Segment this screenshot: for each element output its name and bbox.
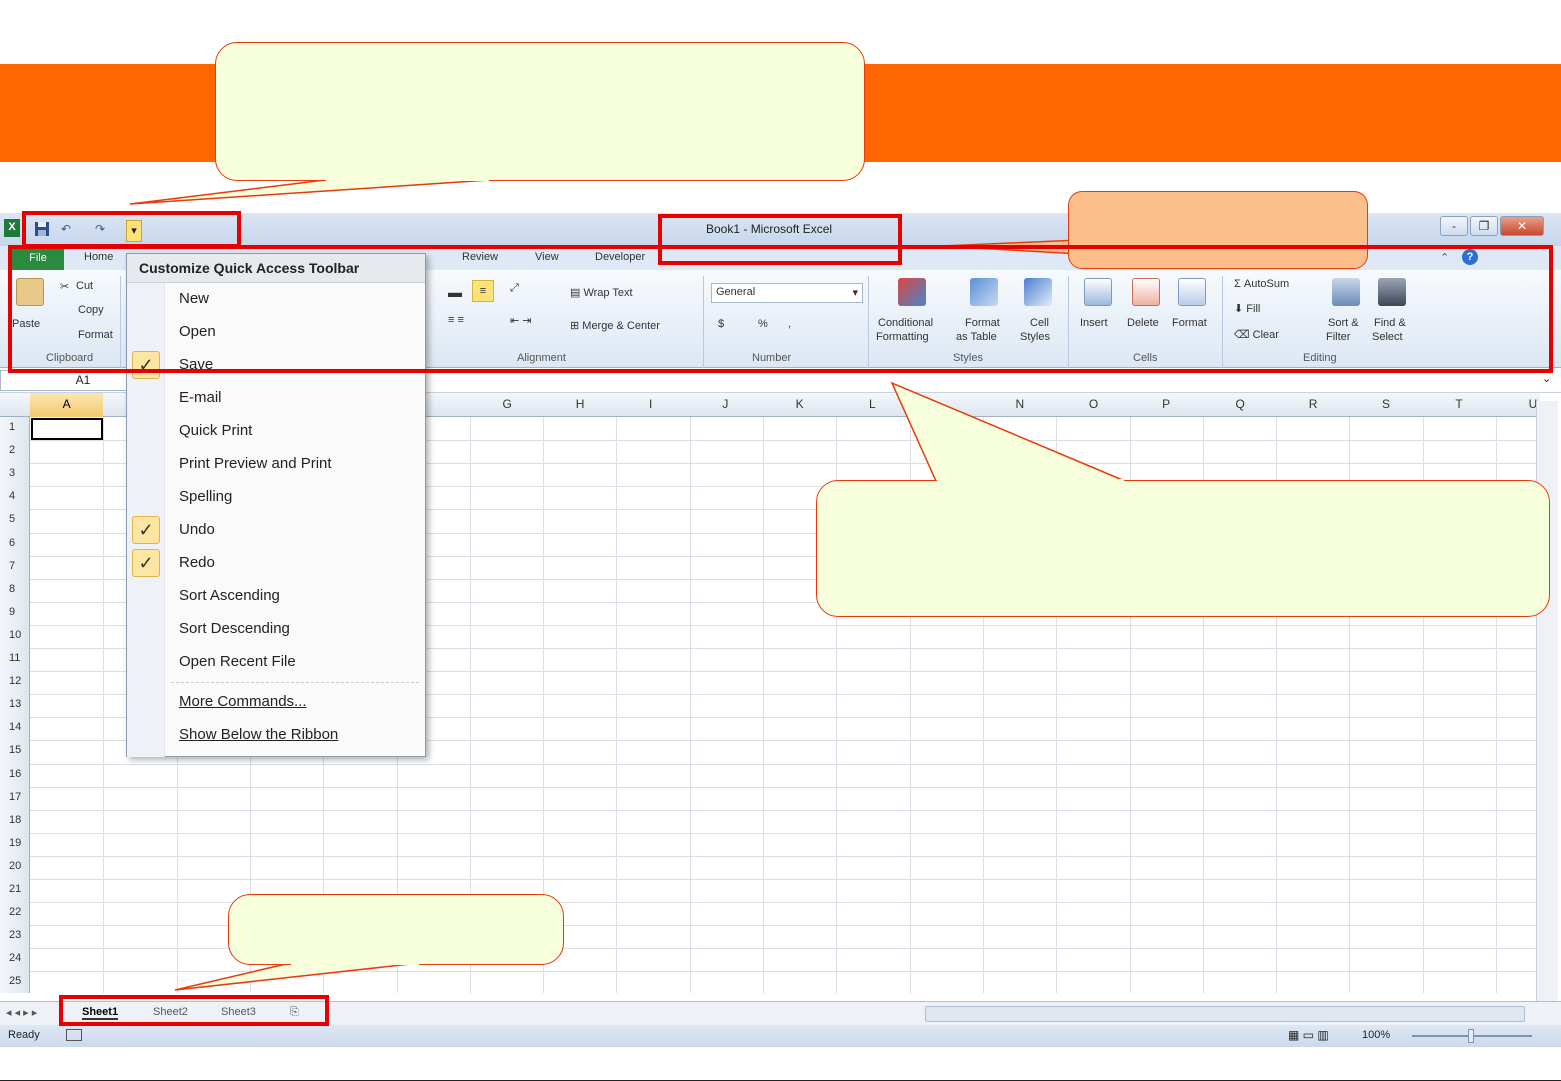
row-header[interactable]: 5: [0, 513, 28, 525]
menu-item-redo[interactable]: Redo: [179, 554, 215, 571]
row-header[interactable]: 3: [0, 467, 28, 479]
checkmark-icon: ✓: [132, 549, 160, 577]
minimize-button[interactable]: -: [1440, 216, 1468, 236]
status-bar: Ready ▦ ▭ ▥ 100%: [0, 1025, 1561, 1047]
view-buttons[interactable]: ▦ ▭ ▥: [1288, 1028, 1329, 1042]
row-header[interactable]: 1: [0, 421, 28, 433]
expand-formula-icon[interactable]: ⌄: [1542, 372, 1551, 385]
grid-row-line: [30, 855, 1540, 857]
checkmark-icon: ✓: [132, 516, 160, 544]
row-header[interactable]: 7: [0, 560, 28, 572]
status-ready: Ready: [8, 1029, 40, 1041]
menu-item-e-mail[interactable]: E-mail: [179, 389, 222, 406]
row-header[interactable]: 20: [0, 860, 28, 872]
row-header[interactable]: 15: [0, 744, 28, 756]
column-header[interactable]: Q: [1235, 397, 1244, 411]
column-header[interactable]: I: [649, 397, 652, 411]
column-header[interactable]: A: [63, 397, 71, 411]
column-header[interactable]: T: [1455, 397, 1462, 411]
row-header[interactable]: 4: [0, 490, 28, 502]
menu-item-sort-ascending[interactable]: Sort Ascending: [179, 587, 280, 604]
menu-divider: [171, 682, 419, 683]
menu-item-sort-descending[interactable]: Sort Descending: [179, 620, 290, 637]
column-header[interactable]: J: [722, 397, 728, 411]
pointer-seam: [291, 962, 419, 965]
row-header[interactable]: 25: [0, 975, 28, 987]
row-header[interactable]: 19: [0, 837, 28, 849]
row-header[interactable]: 18: [0, 814, 28, 826]
column-header[interactable]: N: [1016, 397, 1025, 411]
row-header[interactable]: 23: [0, 929, 28, 941]
row-header[interactable]: 17: [0, 791, 28, 803]
show-below-ribbon-item[interactable]: Show Below the Ribbon: [179, 726, 338, 743]
horizontal-scrollbar[interactable]: [925, 1006, 1525, 1022]
ribbon-highlight-box: [8, 245, 1553, 373]
column-header[interactable]: H: [576, 397, 585, 411]
column-header[interactable]: R: [1309, 397, 1318, 411]
row-header[interactable]: 2: [0, 444, 28, 456]
row-header[interactable]: 10: [0, 629, 28, 641]
column-header[interactable]: P: [1162, 397, 1170, 411]
row-header[interactable]: 6: [0, 537, 28, 549]
column-header[interactable]: S: [1382, 397, 1390, 411]
sheet-tabs-callout: [228, 894, 564, 965]
grid-column-line: [103, 417, 105, 993]
menu-item-print-preview-and-print[interactable]: Print Preview and Print: [179, 455, 332, 472]
row-header[interactable]: 22: [0, 906, 28, 918]
row-headers: 1 2 3 4 5 6 7 8 9 10 11 12 13 14 15 16 17 18 19 20 21 22 23 24 2…: [0, 417, 30, 993]
row-header[interactable]: 24: [0, 952, 28, 964]
column-header[interactable]: G: [502, 397, 511, 411]
excel-app-icon[interactable]: X: [4, 219, 20, 237]
row-header[interactable]: 16: [0, 768, 28, 780]
restore-button[interactable]: ❐: [1470, 216, 1498, 236]
pointer-seam: [326, 178, 489, 181]
sheet-tabs-highlight-box: [59, 995, 329, 1026]
menu-item-undo[interactable]: Undo: [179, 521, 215, 538]
row-header[interactable]: 9: [0, 606, 28, 618]
grid-row-line: [30, 832, 1540, 834]
grid-row-line: [30, 879, 1540, 880]
row-header[interactable]: 8: [0, 583, 28, 595]
qat-callout: [215, 42, 865, 181]
grid-column-line: [763, 417, 764, 993]
qat-highlight-box: [22, 211, 241, 248]
row-header[interactable]: 12: [0, 675, 28, 687]
grid-column-line: [616, 417, 618, 993]
grid-row-line: [30, 763, 1540, 765]
menu-item-quick-print[interactable]: Quick Print: [179, 422, 252, 439]
menu-item-open-recent-file[interactable]: Open Recent File: [179, 653, 296, 670]
active-cell[interactable]: [31, 418, 103, 440]
row-header[interactable]: 13: [0, 698, 28, 710]
sheet-nav-arrows[interactable]: ◂ ◂ ▸ ▸: [6, 1006, 37, 1019]
row-header[interactable]: 11: [0, 652, 28, 664]
zoom-level[interactable]: 100%: [1362, 1029, 1390, 1041]
close-button[interactable]: ✕: [1500, 216, 1544, 236]
grid-column-line: [689, 417, 691, 993]
macro-record-icon[interactable]: [66, 1029, 82, 1041]
column-header[interactable]: L: [869, 397, 876, 411]
menu-item-spelling[interactable]: Spelling: [179, 488, 232, 505]
grid-row-line: [30, 971, 1540, 973]
grid-row-line: [30, 786, 1540, 788]
more-commands-item[interactable]: More Commands...: [179, 693, 307, 710]
row-header[interactable]: 14: [0, 721, 28, 733]
column-header[interactable]: O: [1089, 397, 1098, 411]
pointer-seam: [937, 479, 1124, 482]
row-header[interactable]: 21: [0, 883, 28, 895]
column-header[interactable]: K: [796, 397, 804, 411]
grid-row-line: [30, 809, 1540, 811]
ribbon-callout: [816, 480, 1550, 617]
zoom-slider-thumb[interactable]: [1468, 1029, 1474, 1043]
